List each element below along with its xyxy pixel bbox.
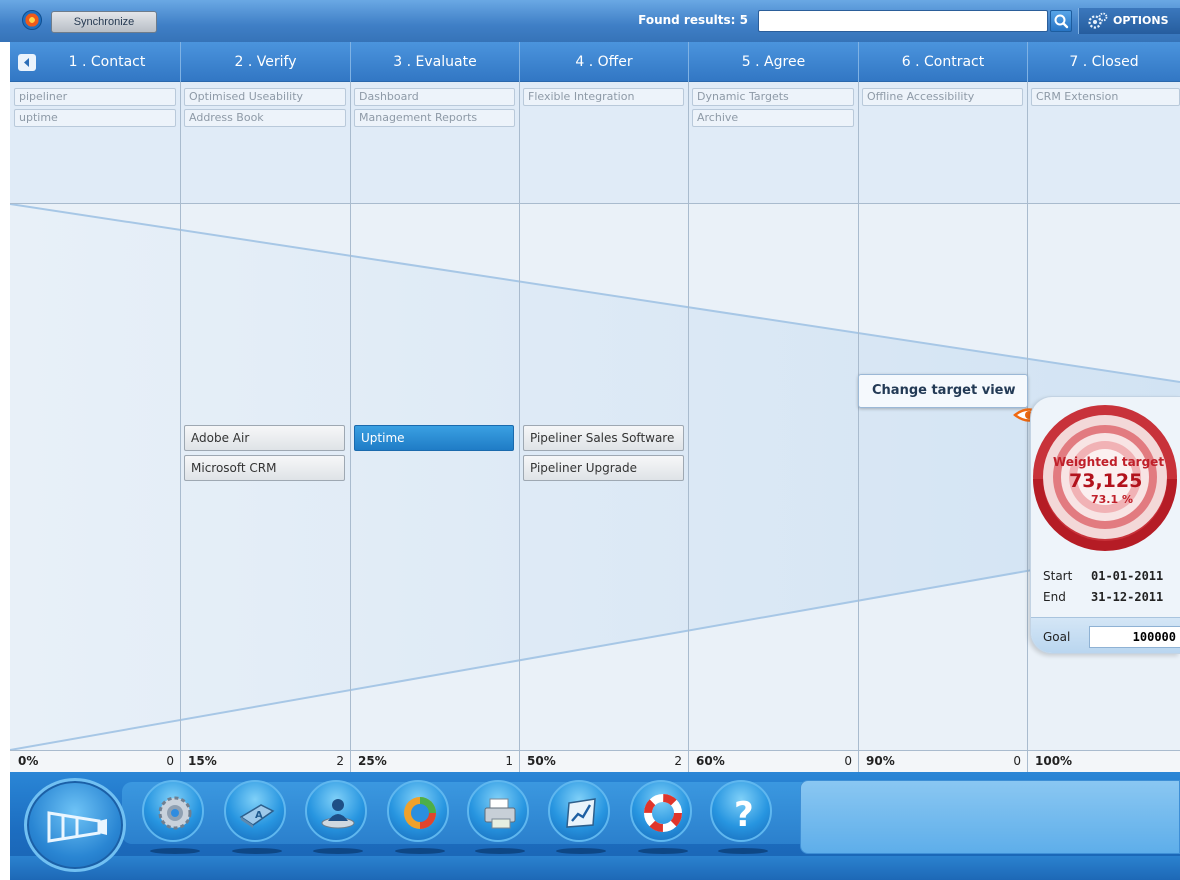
search-button[interactable] — [1050, 10, 1072, 32]
help-icon: ? — [734, 795, 754, 833]
goal-label: Goal — [1043, 630, 1071, 644]
stage-tab-verify[interactable]: 2 . Verify — [180, 42, 350, 82]
tag-chip[interactable]: Optimised Useability — [184, 88, 346, 106]
tag-chip[interactable]: CRM Extension — [1031, 88, 1180, 106]
lifebuoy-icon — [644, 794, 682, 832]
address-book-button[interactable]: A — [224, 780, 286, 854]
dock-info-panel — [800, 780, 1180, 854]
stage-probability: 60% — [696, 754, 725, 768]
deal-card[interactable]: Pipeliner Sales Software — [523, 425, 684, 451]
svg-text:A: A — [255, 810, 263, 821]
gear-icon — [158, 796, 192, 830]
tag-chip[interactable]: Management Reports — [354, 109, 515, 127]
column-divider — [519, 82, 520, 750]
dock-bottom-strip — [10, 856, 1180, 880]
end-date: 31-12-2011 — [1091, 590, 1164, 604]
tag-chip[interactable]: Archive — [692, 109, 854, 127]
gears-icon — [1088, 12, 1108, 29]
settings-button[interactable] — [142, 780, 204, 854]
synchronize-button[interactable]: Synchronize — [51, 11, 157, 33]
stage-tab-agree[interactable]: 5 . Agree — [688, 42, 858, 82]
stage-probability: 50% — [527, 754, 556, 768]
pipeline-board: pipeliner uptime Optimised Useability Ad… — [10, 82, 1180, 750]
tag-chip[interactable]: uptime — [14, 109, 176, 127]
tag-chip[interactable]: pipeliner — [14, 88, 176, 106]
top-toolbar: Synchronize Found results: 5 OPTIONS — [0, 0, 1180, 42]
support-button[interactable] — [630, 780, 692, 854]
print-button[interactable] — [467, 780, 529, 854]
tag-chip[interactable]: Offline Accessibility — [862, 88, 1023, 106]
stage-probability: 0% — [18, 754, 39, 768]
pipeline-stages-header: 1 . Contact 2 . Verify 3 . Evaluate 4 . … — [10, 42, 1180, 82]
options-label: OPTIONS — [1113, 14, 1169, 27]
target-title: Weighted target — [1053, 455, 1165, 469]
found-results-label: Found results: 5 — [638, 13, 748, 27]
pipeline-home-button[interactable] — [24, 778, 126, 872]
options-button[interactable]: OPTIONS — [1078, 8, 1180, 34]
stage-deal-count: 0 — [844, 754, 852, 768]
column-divider — [688, 82, 689, 750]
goal-row: Goal — [1031, 617, 1180, 653]
svg-text:?: ? — [734, 795, 754, 833]
deal-card[interactable]: Adobe Air — [184, 425, 345, 451]
stage-tab-evaluate[interactable]: 3 . Evaluate — [350, 42, 519, 82]
start-date: 01-01-2011 — [1091, 569, 1164, 583]
help-button[interactable]: ? — [710, 780, 772, 854]
stage-probability: 25% — [358, 754, 387, 768]
target-value: 73,125 — [1069, 470, 1143, 492]
app-logo-icon[interactable] — [22, 10, 42, 30]
printer-icon — [484, 798, 516, 829]
change-target-view-tooltip[interactable]: Change target view — [858, 374, 1028, 408]
tag-chip[interactable]: Flexible Integration — [523, 88, 684, 106]
tag-chip[interactable]: Dashboard — [354, 88, 515, 106]
target-panel: Weighted target 73,125 73.1 % Start 01-0… — [1030, 396, 1180, 654]
end-label: End — [1043, 590, 1066, 604]
stage-probability: 90% — [866, 754, 895, 768]
pie-chart-icon — [404, 797, 436, 829]
stage-tab-contact[interactable]: 1 . Contact — [10, 42, 180, 82]
tag-chip[interactable]: Dynamic Targets — [692, 88, 854, 106]
stage-tab-closed[interactable]: 7 . Closed — [1027, 42, 1180, 82]
statistics-button[interactable] — [387, 780, 449, 854]
tag-chip[interactable]: Address Book — [184, 109, 346, 127]
stage-probability: 15% — [188, 754, 217, 768]
contact-person-icon — [321, 799, 355, 829]
deal-card-selected[interactable]: Uptime — [354, 425, 514, 451]
search-icon — [1054, 14, 1069, 29]
goal-input[interactable] — [1089, 626, 1180, 648]
reports-button[interactable] — [548, 780, 610, 854]
column-divider — [180, 82, 181, 750]
column-divider — [350, 82, 351, 750]
stage-deal-count: 0 — [166, 754, 174, 768]
search-input[interactable] — [758, 10, 1048, 32]
column-divider — [858, 82, 859, 750]
deal-card[interactable]: Microsoft CRM — [184, 455, 345, 481]
start-label: Start — [1043, 569, 1073, 583]
stage-probability: 100% — [1035, 754, 1073, 768]
stage-deal-count: 1 — [505, 754, 513, 768]
stage-tab-offer[interactable]: 4 . Offer — [519, 42, 688, 82]
stage-deal-count: 2 — [336, 754, 344, 768]
stage-deal-count: 2 — [674, 754, 682, 768]
address-book-icon: A — [239, 804, 275, 828]
report-chart-icon — [566, 798, 596, 828]
target-percent: 73.1 % — [1091, 493, 1133, 506]
stage-deal-count: 0 — [1013, 754, 1021, 768]
tags-band: pipeliner uptime Optimised Useability Ad… — [10, 82, 1180, 204]
deal-card[interactable]: Pipeliner Upgrade — [523, 455, 684, 481]
funnel-view-icon — [47, 811, 107, 843]
stage-stats-bar: 0% 0 15% 2 25% 1 50% 2 60% 0 90% 0 100% — [10, 750, 1180, 773]
stage-tab-contract[interactable]: 6 . Contract — [858, 42, 1027, 82]
contacts-button[interactable] — [305, 780, 367, 854]
bottom-dock: A ? — [10, 772, 1180, 880]
